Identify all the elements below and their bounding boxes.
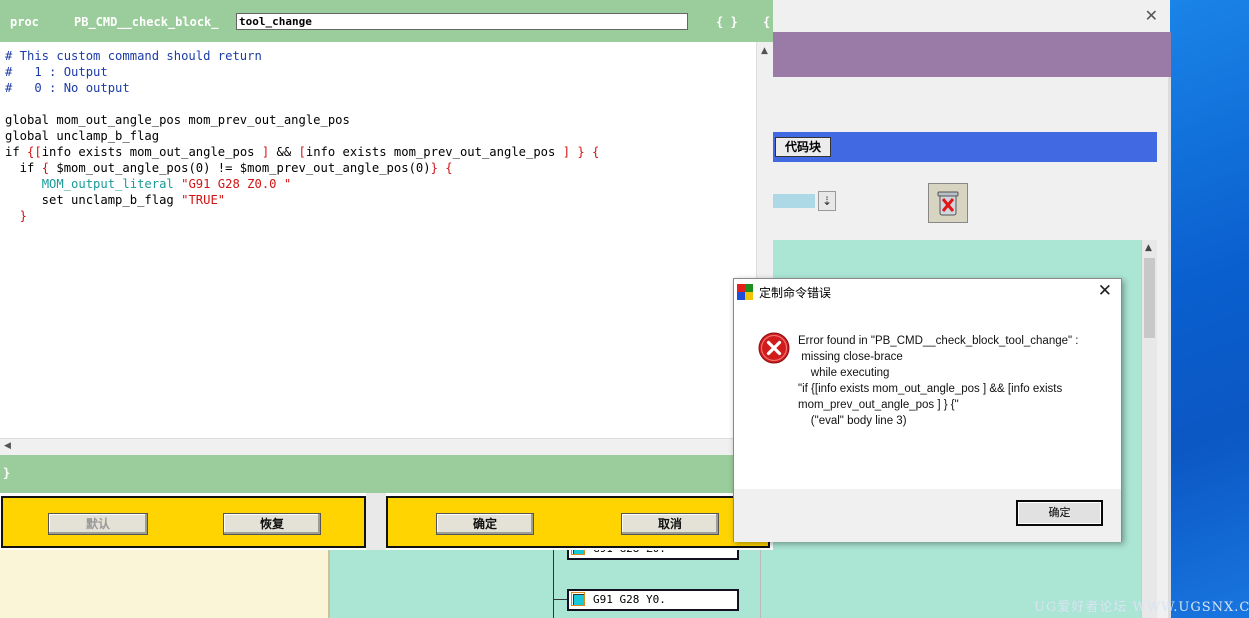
error-icon (758, 332, 790, 364)
code-token: # 1 : Output (5, 65, 108, 79)
error-dialog: 定制命令错误 ✕ Error found in "PB_CMD__check_b… (733, 278, 1122, 542)
scroll-up-arrow-icon[interactable]: ▲ (761, 46, 768, 56)
code-line: if {[info exists mom_out_angle_pos ] && … (5, 144, 756, 160)
code-line: global unclamp_b_flag (5, 128, 756, 144)
app-icon (737, 284, 753, 300)
scroll-left-arrow-icon[interactable]: ◀ (4, 441, 11, 451)
code-token: set unclamp_b_flag (5, 193, 182, 207)
error-message: Error found in "PB_CMD__check_block_tool… (798, 333, 1098, 429)
code-token: && (269, 145, 299, 159)
code-line: # 0 : No output (5, 80, 756, 96)
block-cube-icon (571, 592, 585, 606)
code-line: } (5, 208, 756, 224)
code-token: {[ (27, 145, 42, 159)
dialog-ok-button[interactable]: 确定 (1016, 500, 1103, 526)
code-horizontal-scrollbar[interactable]: ◀ (0, 438, 756, 455)
code-token: if (5, 161, 42, 175)
tree-connector-branch (553, 599, 567, 600)
message-line: "if {[info exists mom_out_angle_pos ] &&… (798, 383, 1063, 395)
code-token: # 0 : No output (5, 81, 130, 95)
window-title-band (761, 32, 1171, 77)
block-node-label: G91 G28 Y0. (593, 593, 666, 606)
trash-icon[interactable] (928, 183, 968, 223)
code-token: "TRUE" (181, 193, 226, 207)
ok-button[interactable]: 确定 (436, 513, 534, 535)
header-open-brace: { (763, 15, 771, 29)
message-line: while executing (798, 367, 890, 379)
code-line: if { $mom_out_angle_pos(0) != $mom_prev_… (5, 160, 756, 176)
scrollbar-thumb[interactable] (1144, 258, 1155, 338)
canvas-vertical-scrollbar[interactable]: ▲ (1141, 240, 1157, 618)
close-icon[interactable]: ✕ (1098, 281, 1112, 301)
code-token: "G91 G28 Z0.0 " (181, 177, 292, 191)
restore-button[interactable]: 恢复 (223, 513, 321, 535)
code-line: set unclamp_b_flag "TRUE" (5, 192, 756, 208)
dialog-titlebar: 定制命令错误 ✕ (734, 279, 1121, 305)
desktop-background (1168, 0, 1249, 618)
code-token: { (41, 161, 50, 175)
forum-watermark: UG爱好者论坛 WWW.UGSNX.COM (1034, 600, 1249, 615)
code-token: info exists mom_prev_out_angle_pos (305, 145, 563, 159)
code-token: info exists mom_out_angle_pos (41, 145, 262, 159)
button-bar-gap (366, 493, 386, 550)
code-token: } (5, 209, 28, 223)
code-token: global mom_out_angle_pos mom_prev_out_an… (5, 113, 350, 127)
command-name-input[interactable]: tool_change (236, 13, 688, 30)
editor-footer: } (0, 455, 773, 493)
right-button-bar: 确定 取消 (386, 496, 770, 548)
message-line: missing close-brace (798, 351, 903, 363)
message-line: Error found in "PB_CMD__check_block_tool… (798, 335, 1079, 347)
code-editor[interactable]: # This custom command should return # 1 :… (0, 48, 756, 438)
code-line: MOM_output_literal "G91 G28 Z0.0 " (5, 176, 756, 192)
cancel-button[interactable]: 取消 (621, 513, 719, 535)
message-line: ("eval" body line 3) (798, 415, 907, 427)
left-button-bar: 默认 恢复 (1, 496, 366, 548)
code-token: MOM_output_literal (41, 177, 182, 191)
dialog-title: 定制命令错误 (759, 286, 832, 300)
combo-dropdown-icon[interactable]: ⇣ (818, 191, 836, 211)
code-token: [ (298, 145, 306, 159)
footer-close-brace: } (3, 466, 11, 480)
code-token: ] } { (562, 145, 600, 159)
left-lower-panel (0, 548, 330, 618)
code-line: # This custom command should return (5, 48, 756, 64)
scroll-up-arrow-icon[interactable]: ▲ (1145, 243, 1152, 253)
command-name-prefix: PB_CMD__check_block_ (74, 15, 219, 29)
code-block-button[interactable]: 代码块 (775, 137, 831, 157)
code-token: # This custom command should return (5, 49, 262, 63)
block-node[interactable]: G91 G28 Y0. (567, 589, 739, 611)
block-combo-field[interactable] (773, 194, 815, 208)
custom-command-editor: proc PB_CMD__check_block_ tool_change { … (0, 0, 773, 550)
code-token: $mom_out_angle_pos(0) != $mom_prev_out_a… (49, 161, 431, 175)
code-token: global unclamp_b_flag (5, 129, 160, 143)
window-close-icon[interactable]: ✕ (1145, 6, 1158, 25)
header-braces: { } (716, 15, 738, 29)
tree-connector-line (553, 548, 554, 618)
dialog-footer: 确定 (734, 489, 1121, 542)
message-line: mom_prev_out_angle_pos ] } {" (798, 399, 959, 411)
code-token: } { (430, 161, 453, 175)
code-line: # 1 : Output (5, 64, 756, 80)
code-line: global mom_out_angle_pos mom_prev_out_an… (5, 112, 756, 128)
proc-label: proc (10, 15, 39, 29)
default-button[interactable]: 默认 (48, 513, 148, 535)
editor-header: proc PB_CMD__check_block_ tool_change { … (0, 0, 773, 42)
code-token: if (5, 145, 28, 159)
